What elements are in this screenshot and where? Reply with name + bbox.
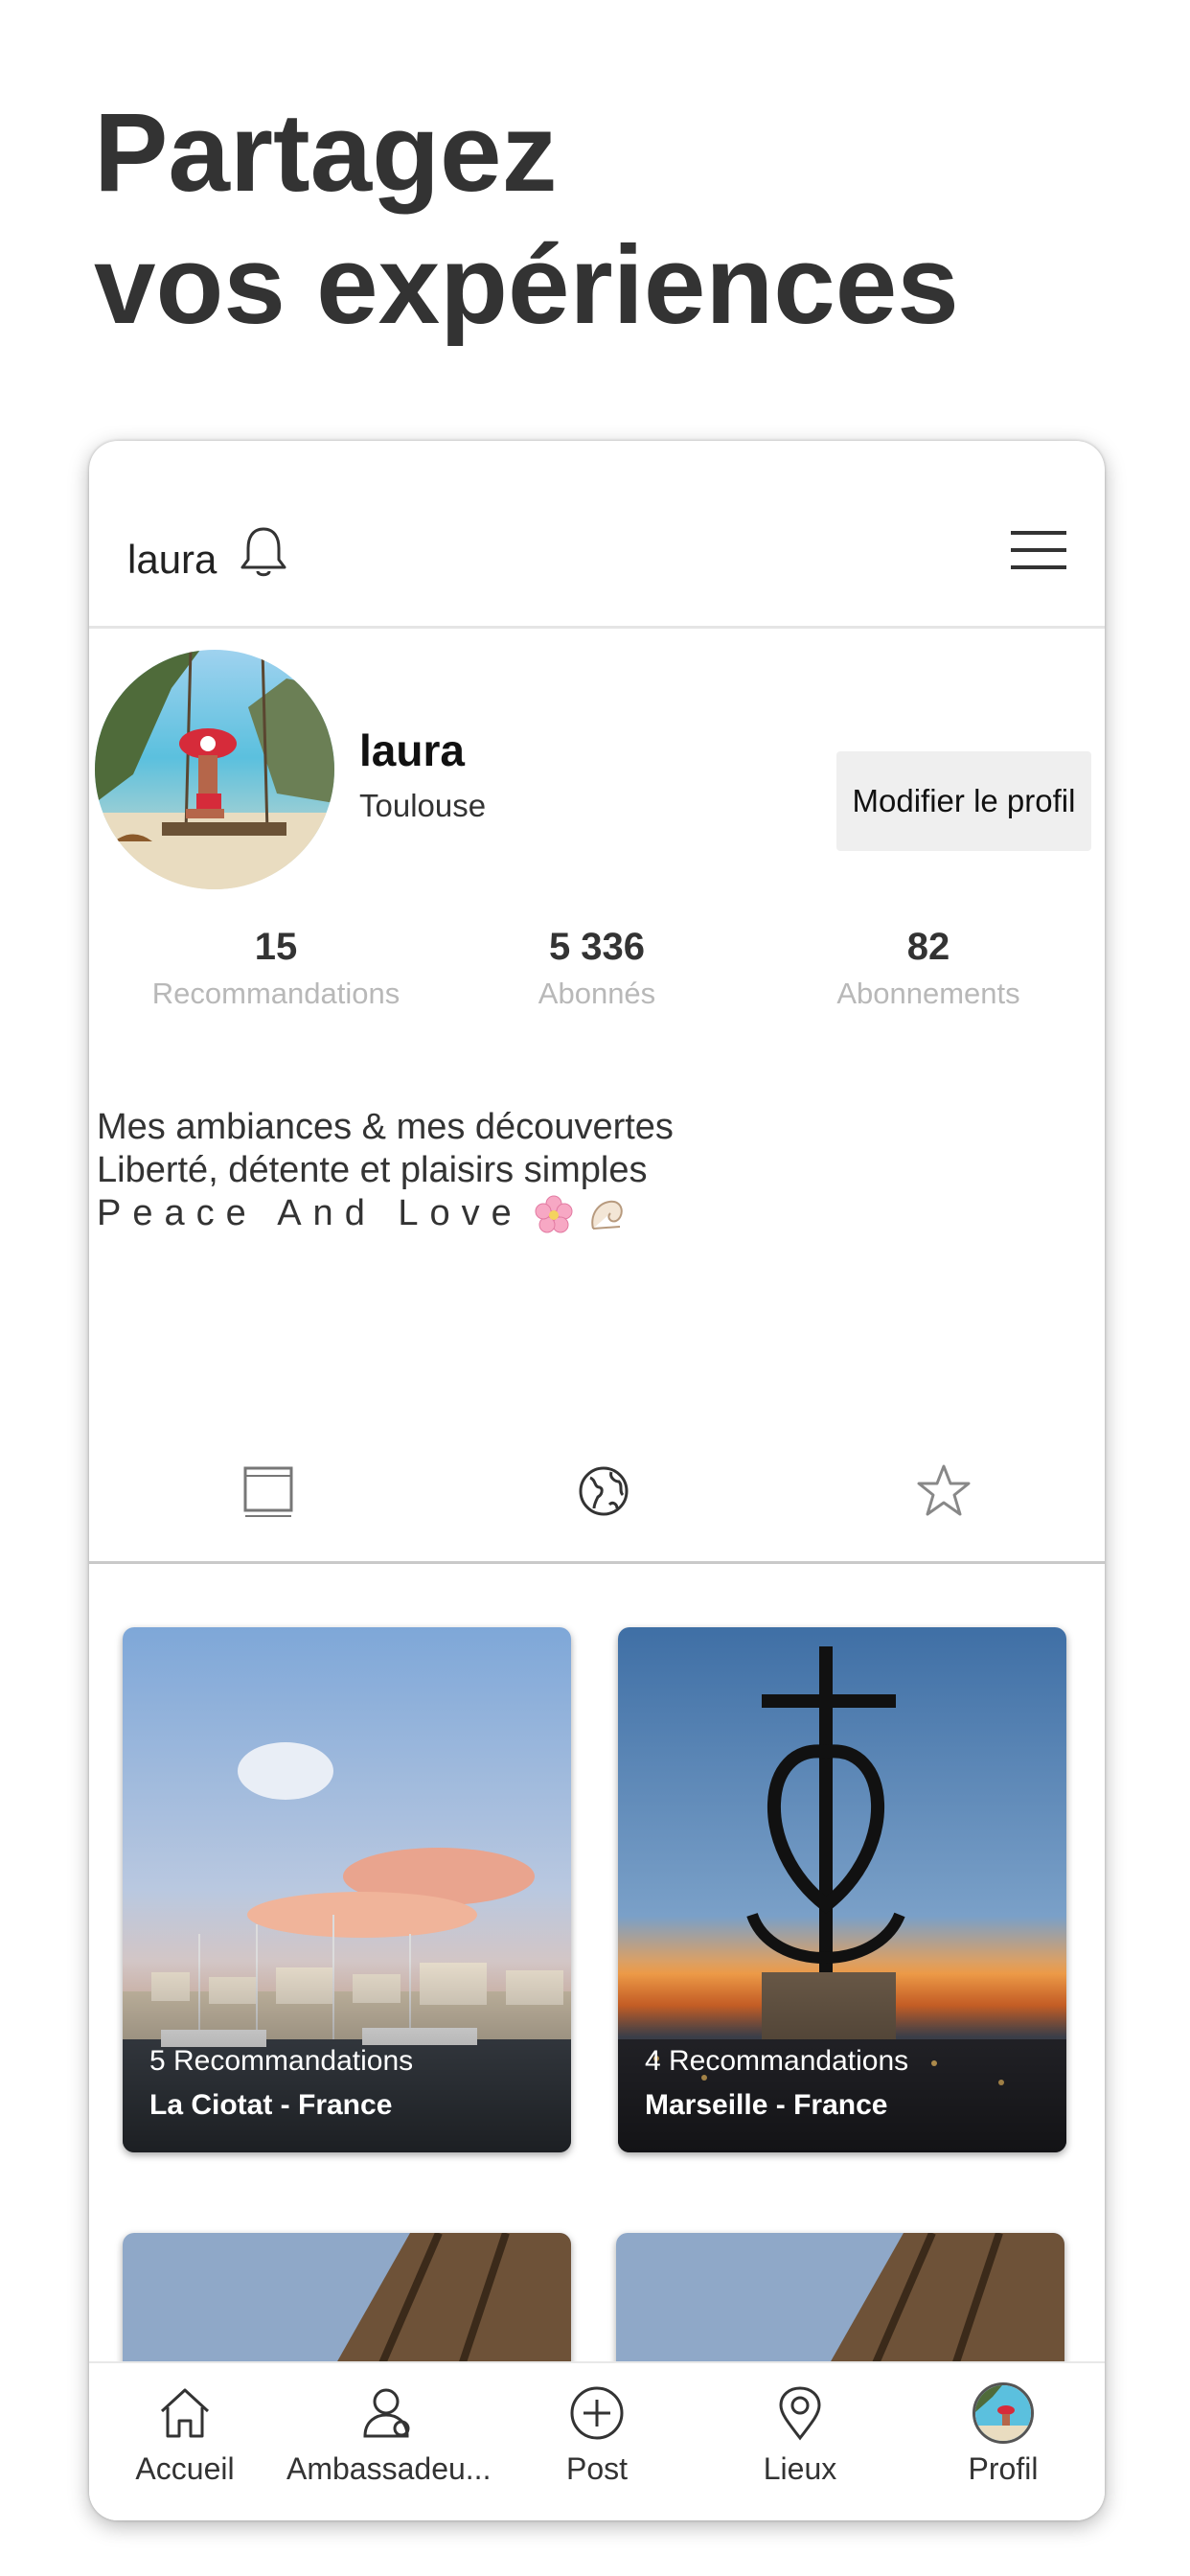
place-card[interactable]: 4 Recommandations Marseille - France [618,1627,1066,2152]
place-recommendation-count: 4 Recommandations [645,2045,909,2077]
headline-line-1: Partagez [94,90,558,215]
nav-ambassadeurs[interactable]: Ambassadeu... [286,2382,492,2487]
content-tabs [89,1451,1105,1564]
nav-lieux[interactable]: Lieux [698,2382,902,2487]
stat-value: 15 [254,926,298,968]
grid-square-icon[interactable] [238,1460,299,1522]
username-label: laura [127,537,217,582]
stat-value: 82 [906,926,950,968]
plus-circle-icon [570,2386,624,2440]
place-card[interactable]: 5 Recommandations La Ciotat - France [123,1627,571,2152]
stat-label: Recommandations [151,977,400,1010]
bio-line-2: Liberté, détente et plaisirs simples [97,1150,648,1190]
bell-icon[interactable] [233,521,294,583]
hamburger-menu-icon[interactable] [1011,529,1066,571]
stat-label: Abonnements [836,977,1020,1010]
profile-stats: 15 Recommandations 5 336 Abonnés 82 Abon… [89,926,1105,1031]
profile-city: Toulouse [359,788,487,823]
place-name: Marseille - France [645,2089,888,2121]
nav-label: Ambassadeu... [286,2451,492,2486]
star-icon[interactable] [913,1460,974,1522]
bottom-nav: Accueil Ambassadeu... Post Lieux Profil [89,2361,1105,2520]
globe-icon[interactable] [573,1460,634,1522]
nav-accueil[interactable]: Accueil [89,2382,286,2487]
phone-frame: laura laura Toulouse Modifier le profil … [89,441,1105,2520]
stat-abonnes[interactable]: 5 336 Abonnés [439,926,755,1011]
stat-abonnements[interactable]: 82 Abonnements [770,926,1087,1011]
home-icon [160,2388,210,2438]
nav-label: Post [565,2451,629,2486]
bio-line-3: Peace And Love [97,1193,523,1233]
headline-line-2: vos expériences [94,222,959,347]
profile-name: laura [359,725,465,775]
nav-label: Accueil [135,2451,235,2486]
top-bar: laura [89,441,1105,629]
profile-bio: Mes ambiances & mes découvertes Liberté,… [97,1106,674,1236]
avatar[interactable] [95,650,334,889]
nav-post[interactable]: Post [495,2382,698,2487]
stat-value: 5 336 [548,926,646,968]
nav-profil[interactable]: Profil [902,2382,1105,2487]
profile-avatar [973,2382,1034,2444]
stat-recommandations[interactable]: 15 Recommandations [118,926,434,1011]
bio-line-1: Mes ambiances & mes découvertes [97,1107,674,1147]
nav-label: Profil [968,2451,1039,2486]
stat-label: Abonnés [538,977,656,1010]
edit-profile-button[interactable]: Modifier le profil [836,751,1091,851]
place-name: La Ciotat - France [149,2089,393,2121]
headline: Partagez vos expériences [94,86,959,351]
location-pin-icon [779,2386,821,2441]
nav-label: Lieux [763,2451,837,2486]
user-icon [363,2388,410,2438]
cherry-blossom-icon [535,1195,573,1233]
place-recommendation-count: 5 Recommandations [149,2045,414,2077]
spiral-shell-icon [591,1200,623,1230]
